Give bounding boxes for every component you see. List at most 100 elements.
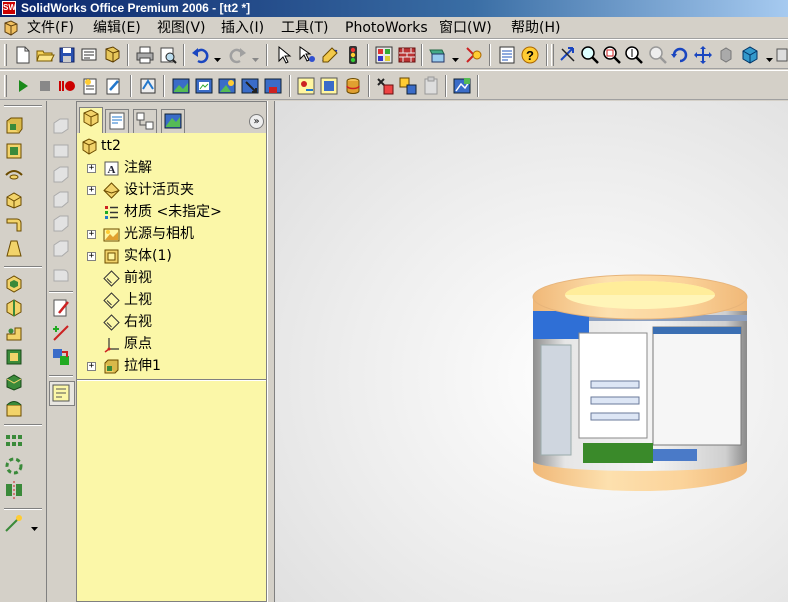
fillet-icon[interactable] (3, 213, 25, 235)
scene-icon[interactable] (319, 76, 339, 96)
swept-boss-icon[interactable] (3, 164, 25, 186)
circular-pattern-icon[interactable] (3, 455, 25, 477)
menu-insert[interactable]: 插入(I) (221, 19, 264, 37)
zoom-to-area-icon[interactable] (602, 45, 622, 65)
tree-item-solid-bodies[interactable]: + 实体(1) (77, 246, 266, 266)
tree-item-front-plane[interactable]: 前视 (77, 268, 266, 288)
render-options-icon[interactable] (263, 76, 283, 96)
sketch-plane-disabled-icon[interactable] (50, 115, 72, 137)
save-icon[interactable] (57, 45, 77, 65)
reference-geometry-icon[interactable] (3, 513, 25, 535)
sketch-frame-disabled-icon[interactable] (50, 213, 72, 235)
revolved-boss-icon[interactable] (3, 140, 25, 162)
macro-play-icon[interactable] (13, 76, 33, 96)
render-region-icon[interactable] (194, 76, 214, 96)
print-preview-icon[interactable] (79, 45, 99, 65)
macro-new-icon[interactable] (80, 76, 100, 96)
toolbar-grip[interactable] (4, 44, 7, 66)
sketch-cube-disabled-icon[interactable] (50, 164, 72, 186)
view-orient-icon[interactable] (558, 45, 578, 65)
decal-icon[interactable] (296, 76, 316, 96)
graphics-viewport[interactable] (275, 101, 788, 602)
sketch-transform-icon[interactable] (50, 346, 72, 368)
rotate-view-icon[interactable] (670, 45, 690, 65)
expand-icon[interactable]: + (87, 252, 96, 261)
print-preview-magnifier-icon[interactable] (158, 45, 178, 65)
zoom-to-selection-icon[interactable] (648, 45, 668, 65)
brick-wall-icon[interactable] (397, 45, 417, 65)
options-grid-icon[interactable] (374, 45, 394, 65)
display-filter-icon[interactable] (428, 45, 448, 65)
extruded-cut-icon[interactable] (3, 346, 25, 368)
select-pointer-icon[interactable] (274, 45, 294, 65)
tree-item-top-plane[interactable]: 上视 (77, 290, 266, 310)
photoworks-options-icon[interactable] (452, 76, 472, 96)
extruded-boss-icon[interactable] (3, 115, 25, 137)
display-style-cube-icon[interactable] (740, 45, 760, 65)
cut-revolve-icon[interactable] (3, 371, 25, 393)
menu-window[interactable]: 窗口(W) (439, 19, 492, 37)
redo-icon[interactable] (228, 45, 248, 65)
toolbar-grip[interactable] (4, 105, 42, 107)
undo-icon[interactable] (190, 45, 210, 65)
clipboard-disabled-icon[interactable] (421, 76, 441, 96)
linear-pattern-icon[interactable] (3, 430, 25, 452)
pan-view-icon[interactable] (693, 45, 713, 65)
toolbar-overflow-icon[interactable] (776, 45, 788, 65)
properties-list-icon[interactable] (497, 45, 517, 65)
open-folder-icon[interactable] (35, 45, 55, 65)
sketch-wedge-disabled-icon[interactable] (50, 238, 72, 260)
expand-icon[interactable]: + (87, 164, 96, 173)
draft-icon[interactable] (3, 238, 25, 260)
expand-icon[interactable]: + (87, 186, 96, 195)
tree-item-lights-cameras[interactable]: + 光源与相机 (77, 224, 266, 244)
zoom-to-fit-icon[interactable] (580, 45, 600, 65)
macro-edit-icon[interactable] (103, 76, 123, 96)
sketch-fillet-disabled-icon[interactable] (50, 263, 72, 285)
feature-manager-pane-toggle-icon[interactable] (49, 381, 75, 406)
shell-icon[interactable] (3, 273, 25, 295)
undo-dropdown-icon[interactable] (214, 52, 221, 62)
photoworks-render-icon[interactable] (464, 45, 484, 65)
menu-file[interactable]: 文件(F) (27, 19, 74, 37)
3d-tube-model[interactable] (531, 273, 749, 501)
copy-appearance-icon[interactable] (398, 76, 418, 96)
toolbar-grip[interactable] (4, 75, 7, 97)
toolbar-grip[interactable] (551, 44, 554, 66)
dome-icon[interactable] (3, 397, 25, 419)
menu-edit[interactable]: 编辑(E) (93, 19, 141, 37)
panel-splitter[interactable] (267, 101, 275, 602)
macro-stop-icon[interactable] (35, 76, 55, 96)
expand-icon[interactable]: + (87, 362, 96, 371)
display-filter-dropdown-icon[interactable] (452, 52, 459, 62)
rib-icon[interactable] (3, 297, 25, 319)
document-icon[interactable] (3, 20, 19, 36)
sketch-line-icon[interactable] (50, 322, 72, 344)
sketch-icon[interactable] (320, 45, 340, 65)
render-to-file-icon[interactable] (240, 76, 260, 96)
sketch-box-disabled-icon[interactable] (50, 189, 72, 211)
tree-item-design-binder[interactable]: + 设计活页夹 (77, 180, 266, 200)
lofted-boss-icon[interactable] (3, 189, 25, 211)
zoom-in-out-icon[interactable] (624, 45, 644, 65)
paste-appearance-icon[interactable] (375, 76, 395, 96)
tree-item-annotations[interactable]: + A 注解 (77, 158, 266, 178)
tab-feature-manager[interactable] (79, 107, 103, 133)
photoworks-material-icon[interactable] (138, 76, 158, 96)
tab-display-manager[interactable] (161, 109, 185, 133)
menu-help[interactable]: 帮助(H) (511, 19, 560, 37)
new-document-icon[interactable] (13, 45, 33, 65)
rebuild-traffic-light-icon[interactable] (343, 45, 363, 65)
help-question-icon[interactable]: ? (520, 45, 540, 65)
tab-property-manager[interactable] (105, 109, 129, 133)
menu-tools[interactable]: 工具(T) (281, 19, 328, 37)
hole-wizard-icon[interactable] (3, 322, 25, 344)
redo-dropdown-icon[interactable] (252, 52, 259, 62)
reference-geometry-dropdown-icon[interactable] (31, 521, 38, 531)
macro-record-icon[interactable] (57, 76, 77, 96)
tab-configuration-manager[interactable] (133, 109, 157, 133)
print-icon[interactable] (135, 45, 155, 65)
lighting-barrel-icon[interactable] (343, 76, 363, 96)
render-last-icon[interactable] (217, 76, 237, 96)
select-other-icon[interactable] (297, 45, 317, 65)
